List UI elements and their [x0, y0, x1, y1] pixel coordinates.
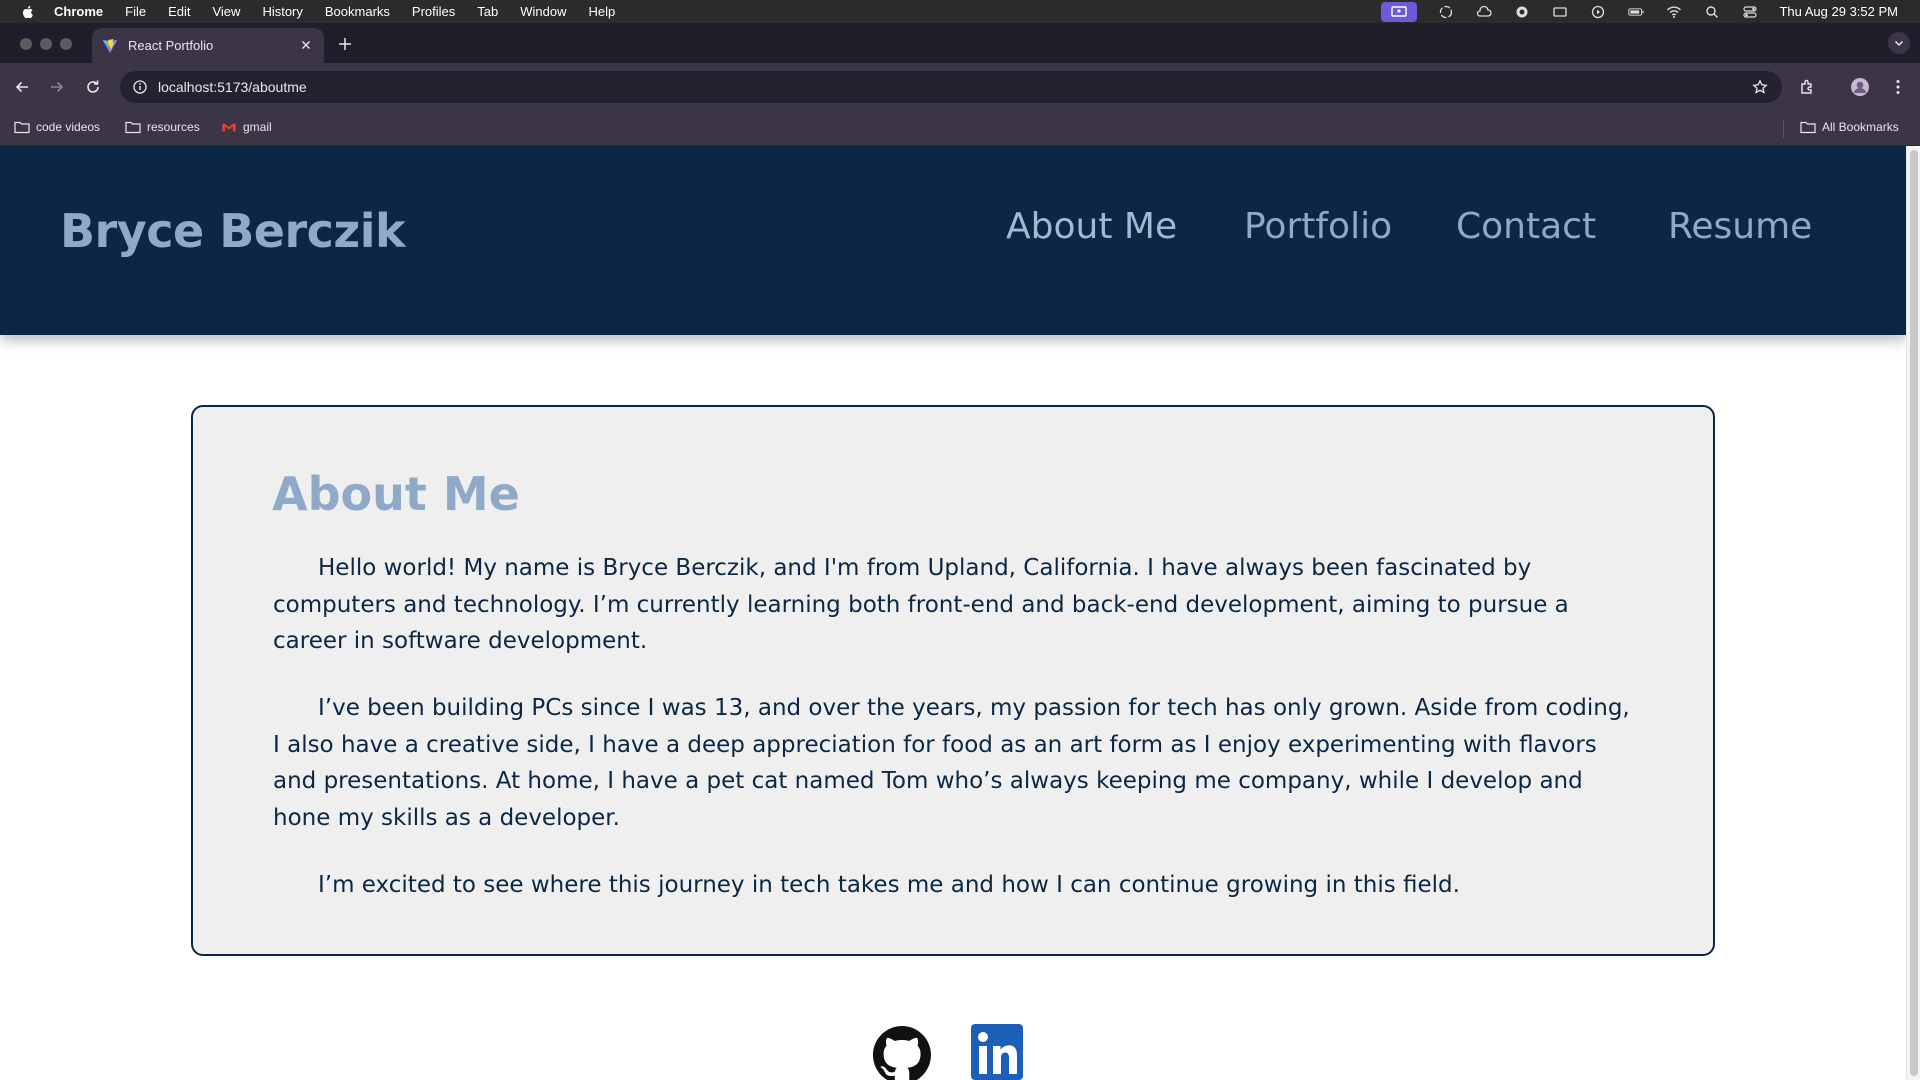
- bookmark-label: code videos: [36, 120, 101, 134]
- folder-icon: [14, 121, 30, 134]
- vite-favicon-icon: [102, 38, 118, 53]
- site-info-icon[interactable]: [132, 79, 148, 95]
- bookmark-label: gmail: [243, 120, 272, 134]
- screen-share-icon[interactable]: [1381, 1, 1418, 22]
- menu-help[interactable]: Help: [589, 4, 616, 19]
- site-header: Bryce Berczik About Me Portfolio Contact…: [0, 146, 1906, 335]
- scrollbar-thumb[interactable]: [1910, 150, 1918, 1076]
- bookmark-star-icon[interactable]: [1752, 79, 1768, 95]
- menubar-clock[interactable]: Thu Aug 29 3:52 PM: [1779, 4, 1898, 19]
- bookmark-folder-resources[interactable]: resources: [125, 120, 200, 134]
- page-scrollbar[interactable]: [1906, 146, 1920, 1080]
- about-heading: About Me: [272, 467, 520, 521]
- menu-edit[interactable]: Edit: [168, 4, 190, 19]
- close-window-button[interactable]: [20, 38, 32, 50]
- url-text[interactable]: localhost:5173/aboutme: [158, 79, 307, 95]
- all-bookmarks-label: All Bookmarks: [1822, 120, 1899, 134]
- menu-file[interactable]: File: [125, 4, 146, 19]
- nav-about-me[interactable]: About Me: [1006, 206, 1177, 247]
- spotlight-search-icon[interactable]: [1703, 5, 1721, 19]
- web-page: Bryce Berczik About Me Portfolio Contact…: [0, 146, 1906, 1080]
- reload-icon[interactable]: [83, 77, 103, 97]
- tab-search-button[interactable]: [1888, 32, 1910, 54]
- menu-tab[interactable]: Tab: [477, 4, 498, 19]
- close-tab-icon[interactable]: [298, 37, 314, 53]
- menu-view[interactable]: View: [212, 4, 240, 19]
- battery-icon[interactable]: [1627, 5, 1645, 19]
- nav-resume[interactable]: Resume: [1668, 206, 1812, 247]
- gmail-icon: [222, 123, 236, 132]
- bookmark-label: resources: [147, 120, 200, 134]
- new-tab-icon[interactable]: [336, 35, 354, 53]
- address-bar[interactable]: localhost:5173/aboutme: [120, 71, 1782, 103]
- window-controls: [20, 38, 72, 50]
- github-icon[interactable]: [873, 1026, 931, 1080]
- extensions-puzzle-icon[interactable]: [1798, 77, 1818, 97]
- bookmarks-divider: [1783, 120, 1784, 138]
- about-paragraph-3: I’m excited to see where this journey in…: [318, 872, 1460, 898]
- back-arrow-icon[interactable]: [12, 77, 32, 97]
- apple-icon[interactable]: [20, 4, 36, 20]
- menu-history[interactable]: History: [262, 4, 302, 19]
- window-icon[interactable]: [1551, 5, 1569, 19]
- menu-app-name[interactable]: Chrome: [54, 4, 103, 19]
- about-paragraph-2: I’ve been building PCs since I was 13, a…: [273, 695, 1630, 831]
- tab-react-portfolio[interactable]: React Portfolio: [92, 28, 324, 63]
- tab-title: React Portfolio: [128, 38, 214, 53]
- zoom-window-button[interactable]: [60, 38, 72, 50]
- control-center-icon[interactable]: [1741, 5, 1759, 19]
- menu-profiles[interactable]: Profiles: [412, 4, 455, 19]
- wifi-icon[interactable]: [1665, 5, 1683, 19]
- chevron-down-icon: [1894, 40, 1904, 47]
- minimize-window-button[interactable]: [40, 38, 52, 50]
- browser-tab-strip: React Portfolio: [0, 23, 1920, 63]
- menu-bookmarks[interactable]: Bookmarks: [325, 4, 390, 19]
- site-brand[interactable]: Bryce Berczik: [60, 204, 406, 258]
- folder-icon: [125, 121, 141, 134]
- nav-contact[interactable]: Contact: [1456, 206, 1596, 247]
- bookmark-gmail[interactable]: gmail: [221, 120, 272, 134]
- cloud-sync-icon[interactable]: [1475, 5, 1493, 19]
- more-menu-icon[interactable]: [1888, 77, 1908, 97]
- profile-avatar-icon[interactable]: [1850, 77, 1870, 97]
- about-card: About Me Hello world! My name is Bryce B…: [191, 405, 1715, 956]
- swirl-icon[interactable]: [1437, 5, 1455, 19]
- bookmarks-bar: code videos resources gmail All Bookmark…: [0, 111, 1920, 146]
- menu-window[interactable]: Window: [520, 4, 566, 19]
- bookmark-folder-code-videos[interactable]: code videos: [14, 120, 100, 134]
- browser-toolbar: localhost:5173/aboutme: [0, 63, 1920, 111]
- about-paragraph-1: Hello world! My name is Bryce Berczik, a…: [273, 555, 1569, 654]
- forward-arrow-icon[interactable]: [47, 77, 67, 97]
- linkedin-icon[interactable]: [970, 1024, 1024, 1080]
- all-bookmarks-button[interactable]: All Bookmarks: [1800, 120, 1899, 134]
- record-icon[interactable]: [1513, 5, 1531, 19]
- folder-icon: [1800, 121, 1816, 134]
- macos-menubar: Chrome File Edit View History Bookmarks …: [0, 0, 1920, 23]
- play-icon[interactable]: [1589, 5, 1607, 19]
- nav-portfolio[interactable]: Portfolio: [1244, 206, 1392, 247]
